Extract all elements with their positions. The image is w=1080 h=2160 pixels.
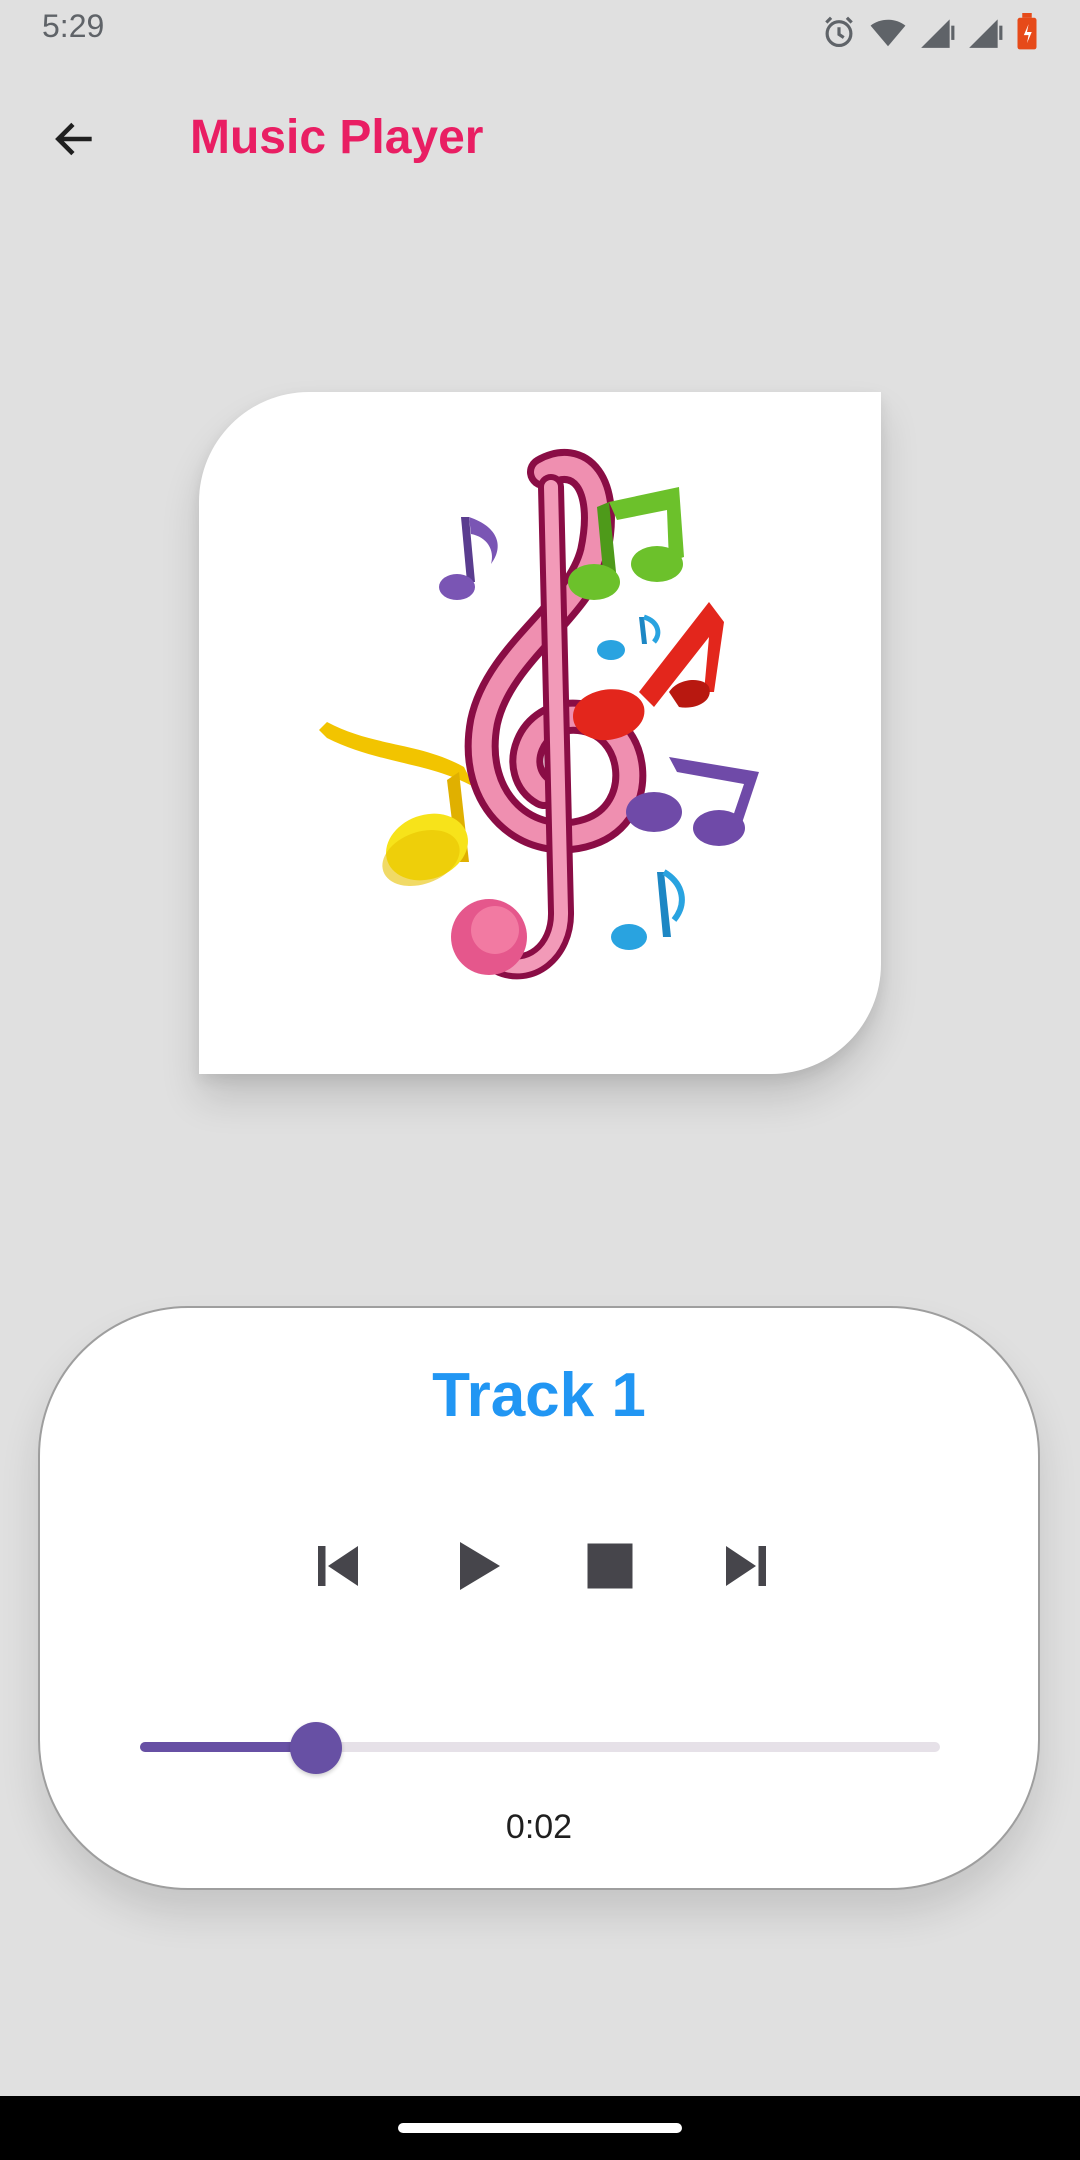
skip-next-button[interactable] — [706, 1526, 786, 1606]
status-bar: 5:29 — [0, 0, 1080, 62]
page-title: Music Player — [190, 111, 484, 164]
purple-note-icon — [439, 517, 498, 600]
status-icons — [820, 10, 1040, 54]
playback-controls — [40, 1526, 1038, 1606]
app-bar: Music Player — [0, 70, 1080, 200]
wifi-icon — [870, 19, 906, 47]
progress-slider[interactable] — [140, 1722, 940, 1774]
signal-icon — [921, 19, 955, 48]
blue-note-icon — [597, 614, 661, 660]
back-button[interactable] — [40, 104, 110, 174]
track-title: Track 1 — [432, 1361, 646, 1430]
skip-previous-icon — [318, 1546, 358, 1586]
battery-icon — [1017, 13, 1037, 50]
player-card: Track 1 0:02 — [38, 1306, 1040, 1890]
red-note-icon — [573, 602, 724, 741]
home-gesture-handle[interactable] — [398, 2123, 682, 2133]
skip-next-icon — [726, 1546, 766, 1586]
status-time: 5:29 — [42, 8, 105, 44]
signal-icon — [969, 19, 1003, 48]
slider-thumb[interactable] — [290, 1722, 342, 1774]
play-button[interactable] — [436, 1526, 516, 1606]
yellow-note-icon — [319, 722, 474, 887]
play-icon — [460, 1542, 500, 1590]
album-art-card — [199, 392, 881, 1074]
navigation-bar — [0, 2096, 1080, 2160]
music-notes-illustration — [319, 449, 759, 980]
alarm-icon — [825, 16, 853, 48]
elapsed-time: 0:02 — [505, 1808, 573, 1846]
arrow-back-icon — [55, 122, 92, 156]
blue-note-icon — [611, 869, 685, 950]
skip-previous-button[interactable] — [298, 1526, 378, 1606]
stop-button[interactable] — [570, 1526, 650, 1606]
stop-icon — [587, 1543, 633, 1589]
